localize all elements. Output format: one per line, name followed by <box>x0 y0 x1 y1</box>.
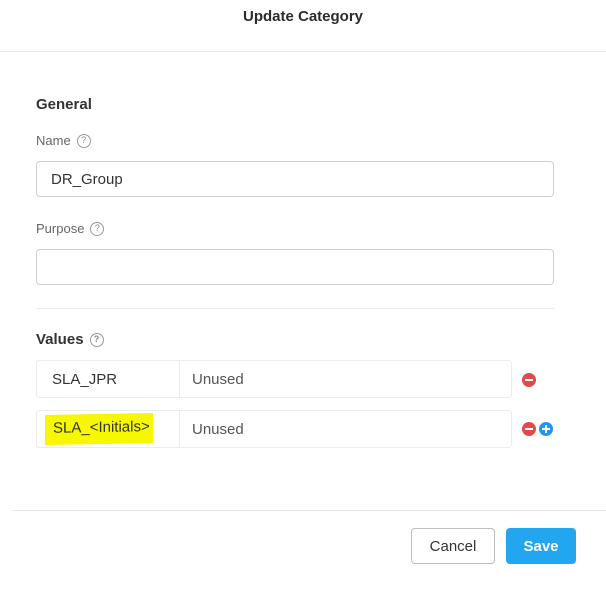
values-title-group: Values ? <box>36 331 104 348</box>
value-row: SLA_JPR Unused <box>36 360 512 398</box>
cancel-button[interactable]: Cancel <box>411 528 495 564</box>
value-row: SLA_<Initials> Unused <box>36 410 512 448</box>
row-actions <box>522 422 553 436</box>
minus-icon <box>525 379 533 381</box>
value-name-cell[interactable]: SLA_JPR <box>37 361 180 397</box>
plus-icon-vertical <box>545 425 547 433</box>
update-category-dialog: Update Category General Name ? Purpose ?… <box>0 0 606 607</box>
footer-divider <box>12 510 606 511</box>
add-value-button[interactable] <box>539 422 553 436</box>
remove-value-button[interactable] <box>522 422 536 436</box>
dialog-title: Update Category <box>242 8 364 25</box>
minus-icon <box>525 428 533 430</box>
value-name-cell[interactable]: SLA_<Initials> <box>37 411 180 447</box>
value-status: Unused <box>192 370 244 388</box>
name-input[interactable] <box>36 161 554 197</box>
help-icon[interactable]: ? <box>76 133 91 148</box>
name-label-group: Name ? <box>36 133 91 148</box>
highlighted-value-name: SLA_<Initials> <box>45 413 153 445</box>
remove-value-button[interactable] <box>522 373 536 387</box>
general-section-title: General <box>36 96 92 113</box>
dialog-header: Update Category <box>0 0 606 52</box>
value-status: Unused <box>192 420 244 438</box>
help-icon[interactable]: ? <box>90 221 105 236</box>
name-label: Name <box>36 133 71 148</box>
help-icon[interactable]: ? <box>89 332 104 347</box>
section-divider <box>36 308 554 309</box>
purpose-label-group: Purpose ? <box>36 221 105 236</box>
values-section-title: Values <box>36 331 84 348</box>
row-actions <box>522 373 536 387</box>
purpose-input[interactable] <box>36 249 554 285</box>
save-button[interactable]: Save <box>506 528 576 564</box>
value-name: SLA_JPR <box>52 370 118 388</box>
purpose-label: Purpose <box>36 221 85 236</box>
